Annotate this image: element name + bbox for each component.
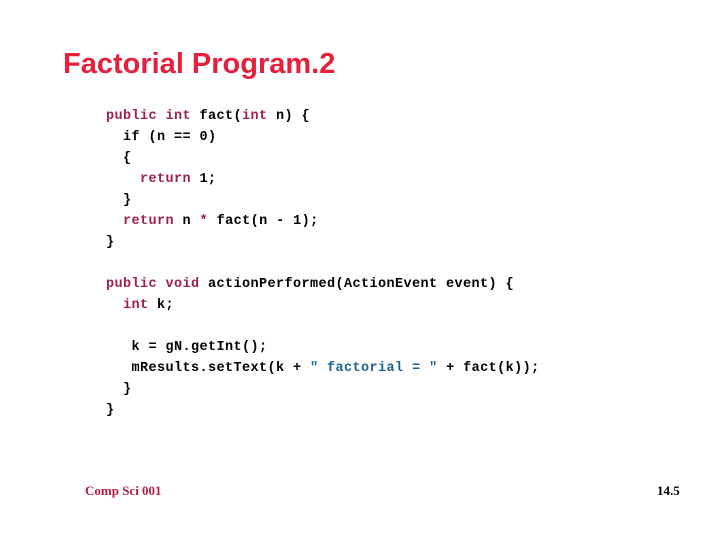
- footer-course-label: Comp Sci 001: [85, 483, 162, 498]
- code-text: + fact(k));: [437, 361, 540, 376]
- code-line: k = gN.getInt();: [106, 337, 696, 358]
- code-line: if (n == 0): [106, 127, 696, 148]
- code-keyword: *: [199, 214, 209, 229]
- code-line: }: [106, 379, 696, 400]
- code-line: public void actionPerformed(ActionEvent …: [106, 274, 696, 295]
- code-text: }: [106, 235, 115, 250]
- code-text: 1;: [191, 172, 217, 187]
- code-text: {: [123, 151, 132, 166]
- page-title: Factorial Program.2: [63, 48, 336, 80]
- footer-page-number: 14.5: [657, 483, 680, 498]
- code-line: }: [106, 400, 696, 421]
- code-text: fact(: [191, 109, 243, 124]
- code-line: return 1;: [106, 169, 696, 190]
- code-text: mResults.setText(k +: [131, 361, 311, 376]
- code-keyword: int: [242, 109, 268, 124]
- slide-canvas: Factorial Program.2 public int fact(int …: [0, 0, 720, 540]
- code-line: public int fact(int n) {: [106, 106, 696, 127]
- code-line: }: [106, 190, 696, 211]
- code-text: k;: [148, 298, 175, 313]
- code-text: k = gN.getInt();: [131, 340, 268, 355]
- code-line: {: [106, 148, 696, 169]
- code-line: }: [106, 232, 696, 253]
- code-text: }: [123, 193, 132, 208]
- code-text: n: [174, 214, 200, 229]
- code-line: mResults.setText(k + " factorial = " + f…: [106, 358, 696, 379]
- code-keyword: public int: [106, 109, 192, 124]
- code-line: return n * fact(n - 1);: [106, 211, 696, 232]
- code-text: }: [106, 403, 115, 418]
- code-text: fact(n - 1);: [208, 214, 319, 229]
- code-keyword: public void: [106, 277, 200, 292]
- code-text: actionPerformed(ActionEvent event) {: [199, 277, 515, 292]
- code-keyword: return: [123, 214, 175, 229]
- code-text: }: [123, 382, 132, 397]
- code-listing: public int fact(int n) { if (n == 0) { r…: [106, 106, 696, 421]
- code-string-literal: " factorial = ": [310, 361, 438, 376]
- code-line: int k;: [106, 295, 696, 316]
- code-text: n) {: [267, 109, 311, 124]
- code-keyword: int: [123, 298, 149, 313]
- code-text: if (n == 0): [123, 130, 217, 145]
- code-keyword: return: [140, 172, 192, 187]
